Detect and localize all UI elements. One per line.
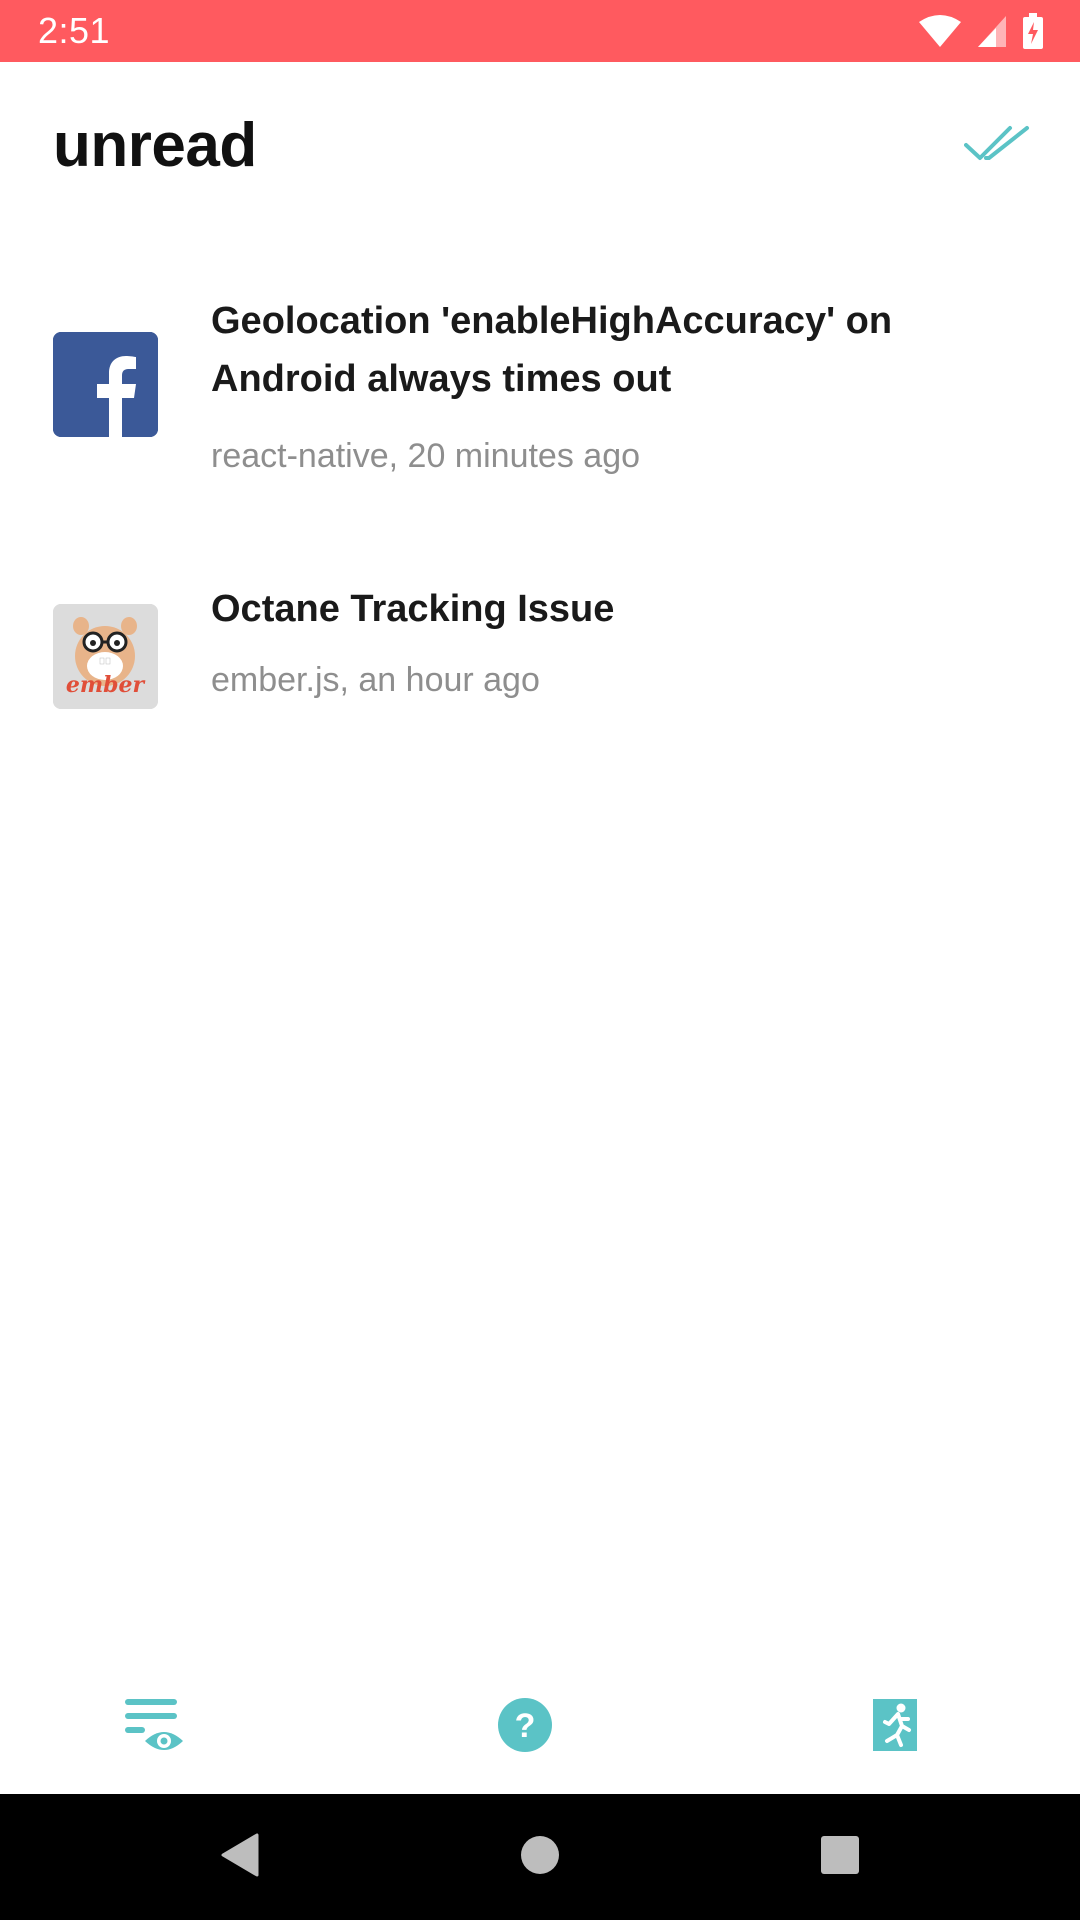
double-check-icon: [964, 125, 1030, 170]
tab-help[interactable]: ?: [465, 1677, 585, 1777]
back-icon: [219, 1832, 261, 1883]
mark-all-read-button[interactable]: [962, 122, 1032, 172]
wifi-icon: [918, 14, 962, 48]
recents-icon: [820, 1835, 860, 1880]
nav-home-button[interactable]: [390, 1794, 690, 1920]
item-title: Octane Tracking Issue: [211, 588, 615, 630]
item-meta: react-native, 20 minutes ago: [211, 437, 641, 475]
item-title: Geolocation 'enableHighAccuracy' on Andr…: [211, 300, 893, 400]
bottom-tab-bar: ?: [0, 1660, 1080, 1794]
svg-text:?: ?: [515, 1707, 536, 1745]
status-time: 2:51: [38, 10, 111, 51]
tab-watching[interactable]: [95, 1677, 215, 1777]
tab-logout[interactable]: [835, 1677, 955, 1777]
help-icon: ?: [497, 1697, 553, 1758]
watching-list-icon: [123, 1695, 187, 1760]
status-bar: 2:51: [0, 0, 1080, 62]
nav-recents-button[interactable]: [690, 1794, 990, 1920]
cell-signal-icon: [976, 14, 1008, 48]
status-icons: [918, 13, 1044, 49]
item-meta: ember.js, an hour ago: [211, 661, 540, 699]
android-nav-bar: [0, 1794, 1080, 1920]
facebook-logo-avatar: [53, 332, 158, 437]
ember-logo-avatar: ember: [53, 604, 158, 709]
facebook-logo-icon: [53, 332, 158, 437]
ember-mascot-icon: ember: [53, 604, 158, 709]
exit-icon: [871, 1697, 919, 1758]
battery-charging-icon: [1022, 13, 1044, 49]
nav-back-button[interactable]: [90, 1794, 390, 1920]
svg-text:ember: ember: [66, 672, 146, 698]
header: unread: [0, 62, 1080, 228]
home-icon: [520, 1835, 560, 1880]
list-item[interactable]: ember Octane Tracking Issue ember.js, an…: [0, 580, 1080, 730]
page-title: unread: [53, 111, 257, 180]
list-item[interactable]: Geolocation 'enableHighAccuracy' on Andr…: [0, 280, 1080, 520]
